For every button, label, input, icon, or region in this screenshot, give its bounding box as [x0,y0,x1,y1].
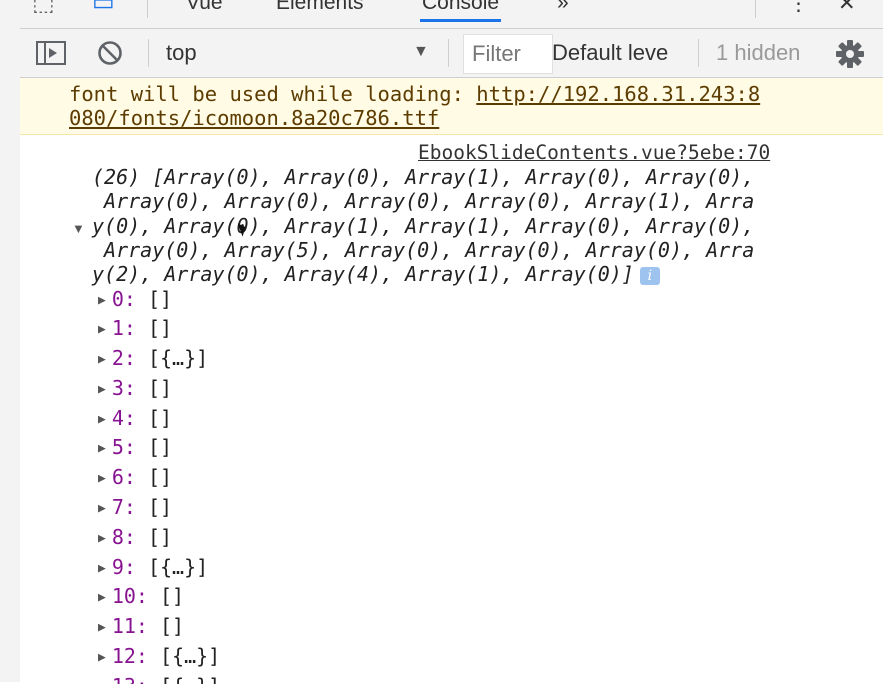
entry-key: 11 [111,614,136,638]
array-entry[interactable]: ▶13: [{…}] [98,674,220,684]
log-levels-select[interactable]: Default leve [552,40,668,66]
array-entry[interactable]: ▶ 4: [] [98,406,172,434]
expand-triangle-icon[interactable]: ▶ [98,680,106,684]
entry-key: 4 [111,406,124,430]
array-entry[interactable]: ▶ 0: [] [98,287,172,315]
entry-value: [{…}] [147,555,209,579]
summary-line: Array(0), Array(0), Array(0), Array(0), … [92,189,755,214]
device-toolbar-icon[interactable]: ▭ [92,0,115,17]
console-log-entry: EbookSlideContents.vue?5ebe:70 ▼ (26) [A… [20,135,883,684]
gear-icon[interactable] [835,39,865,69]
array-entry[interactable]: ▶ 3: [] [98,376,172,404]
array-entry[interactable]: ▶ 10: [] [98,584,184,612]
entry-key: 7 [111,495,124,519]
font-url-link-cont[interactable]: 080/fonts/icomoon.8a20c786.ttf [69,106,439,130]
hidden-count: 1 hidden [716,40,801,65]
entry-value: [] [160,614,185,638]
entry-value: [] [160,584,185,608]
summary-line: y(0), Array(0), Array(1), Array(1), Arra… [92,213,755,238]
sidebar-toggle-icon[interactable] [36,41,66,65]
expand-triangle-icon[interactable]: ▶ [98,382,106,397]
entry-value: [] [147,316,173,340]
entry-key: 10 [111,584,136,608]
expand-triangle-icon[interactable]: ▼ [72,221,85,236]
entry-value: [] [147,495,173,519]
source-link[interactable]: EbookSlideContents.vue?5ebe:70 [418,141,770,164]
expand-triangle-icon[interactable]: ▶ [98,322,106,337]
font-url-link[interactable]: http://192.168.31.243:8 [476,82,760,106]
chevron-down-icon[interactable]: ▼ [413,43,429,61]
entry-value: [{…}] [160,644,221,668]
entry-value: [] [147,376,173,400]
entry-key: 9 [111,555,124,579]
summary-line: Array(0), Array(5), Array(0), Array(0), … [92,237,755,262]
inspect-element-icon[interactable]: ⬚ [32,0,55,17]
entry-value: [{…}] [160,674,220,684]
summary-line: y(2), Array(0), Array(4), Array(1), Arra… [92,262,634,287]
devtools-tabbar: ⬚ ▭ Vue Elements Console » ⋮ ✕ [20,0,883,29]
entry-value: [] [147,525,173,549]
kebab-menu-icon[interactable]: ⋮ [788,0,809,16]
array-entry[interactable]: ▶ 12: [{…}] [98,644,220,672]
font-warning-message: font will be used while loading: http://… [20,78,883,135]
array-entry[interactable]: ▶ 7: [] [98,495,172,523]
expand-triangle-icon[interactable]: ▶ [98,650,106,665]
entry-key: 12 [111,644,136,668]
entry-key: 8 [111,525,124,549]
array-entry[interactable]: ▶ 5: [] [98,435,172,463]
expand-triangle-icon[interactable]: ▶ [98,501,106,516]
divider [698,39,699,67]
entry-key: 3 [111,376,124,400]
divider [448,39,449,67]
entry-value: [] [147,406,173,430]
entry-value: [] [147,465,173,489]
expand-triangle-icon[interactable]: ▶ [98,293,106,308]
expand-triangle-icon[interactable]: ▶ [98,531,106,546]
array-summary[interactable]: (26) [Array(0), Array(0), Array(1), Arra… [92,165,754,286]
console-toolbar: top ▼ Filter Default leve 1 hidden [20,29,883,78]
array-entry[interactable]: ▶ 8: [] [98,525,172,553]
warning-text: font will be used while loading: [69,82,477,106]
entry-value: [] [147,287,173,311]
tab-vue[interactable]: Vue [186,0,223,15]
tab-console[interactable]: Console [420,0,502,22]
divider [148,39,149,67]
more-tabs-icon[interactable]: » [557,0,569,15]
filter-placeholder: Filter [472,41,521,66]
entry-value: [] [147,435,173,459]
context-select[interactable]: top [166,40,197,66]
array-entry[interactable]: ▶ 9: [{…}] [98,555,208,583]
expand-triangle-icon[interactable]: ▶ [98,590,106,605]
entry-key: 1 [111,316,124,340]
array-entry[interactable]: ▶ 6: [] [98,465,172,493]
left-gutter [0,0,21,682]
divider [755,0,756,18]
close-icon[interactable]: ✕ [838,0,856,16]
array-entry[interactable]: ▶ 1: [] [98,316,172,344]
tab-elements[interactable]: Elements [276,0,364,15]
filter-input[interactable]: Filter [463,34,553,74]
info-icon[interactable]: i [639,266,660,285]
array-entry[interactable]: ▶ 2: [{…}] [98,346,208,374]
entry-key: 0 [111,287,124,311]
array-entry[interactable]: ▶ 11: [] [98,614,184,642]
expand-triangle-icon[interactable]: ▶ [98,441,106,456]
expand-triangle-icon[interactable]: ▶ [98,620,106,635]
expand-triangle-icon[interactable]: ▶ [98,352,106,367]
expand-triangle-icon[interactable]: ▶ [98,471,106,486]
clear-console-icon[interactable] [97,40,123,66]
expand-triangle-icon[interactable]: ▶ [98,561,106,576]
entry-key: 5 [111,435,124,459]
summary-line: (26) [Array(0), Array(0), Array(1), Arra… [92,165,755,189]
entry-key: 13 [112,674,136,684]
divider [147,0,148,18]
entry-value: [{…}] [147,346,209,370]
expand-triangle-icon[interactable]: ▶ [98,412,106,427]
entry-key: 2 [111,346,124,370]
entry-key: 6 [111,465,124,489]
